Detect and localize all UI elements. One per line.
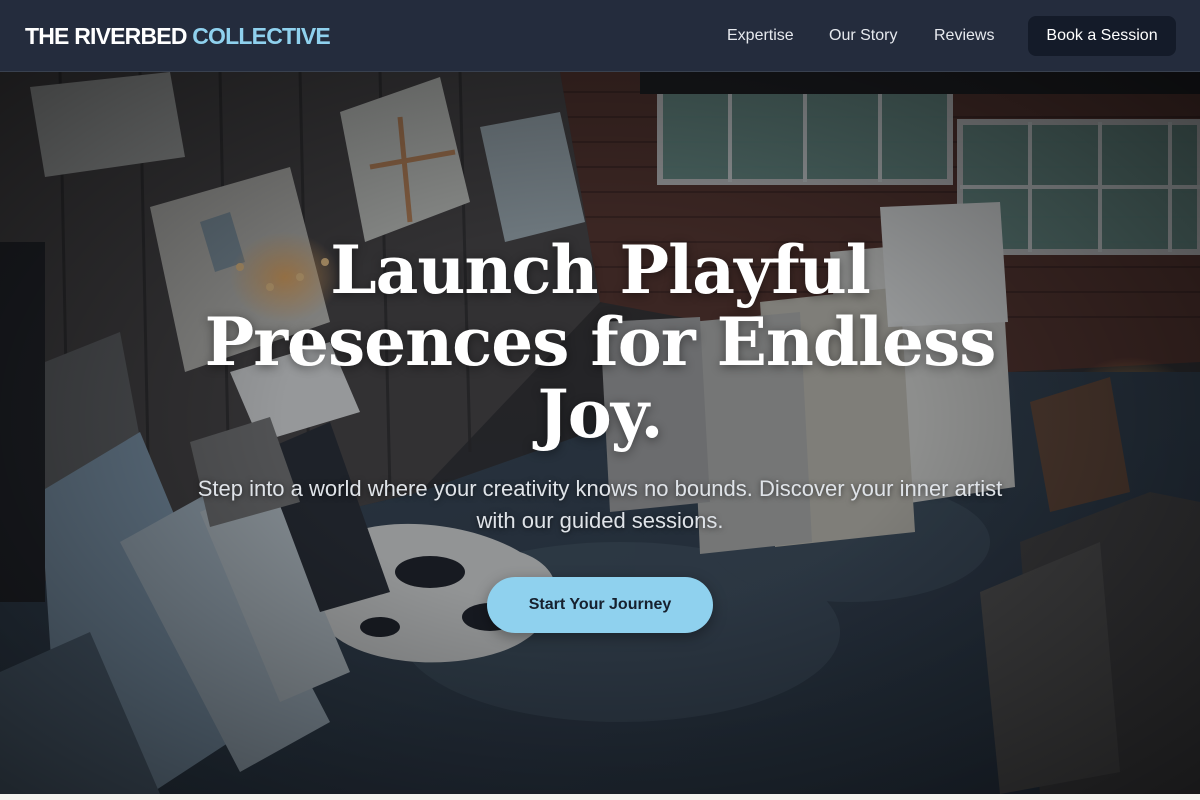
nav-link-expertise[interactable]: Expertise [727,24,794,48]
hero-headline: Launch Playful Presences for Endless Joy… [204,231,997,453]
nav-link-reviews[interactable]: Reviews [934,24,994,48]
start-journey-button[interactable]: Start Your Journey [487,577,713,633]
hero-section: Launch Playful Presences for Endless Joy… [0,72,1200,794]
hero-subtext: Step into a world where your creativity … [197,476,1003,533]
book-session-button[interactable]: Book a Session [1028,16,1176,56]
brand-name-accent: COLLECTIVE [192,23,330,49]
brand-logo[interactable]: THE RIVERBED COLLECTIVE [25,21,331,51]
top-navbar: THE RIVERBED COLLECTIVE Expertise Our St… [0,0,1200,72]
brand-name-primary: THE RIVERBED [25,23,187,49]
page-bottom-strip [0,794,1200,800]
nav-link-our-story[interactable]: Our Story [829,24,897,48]
